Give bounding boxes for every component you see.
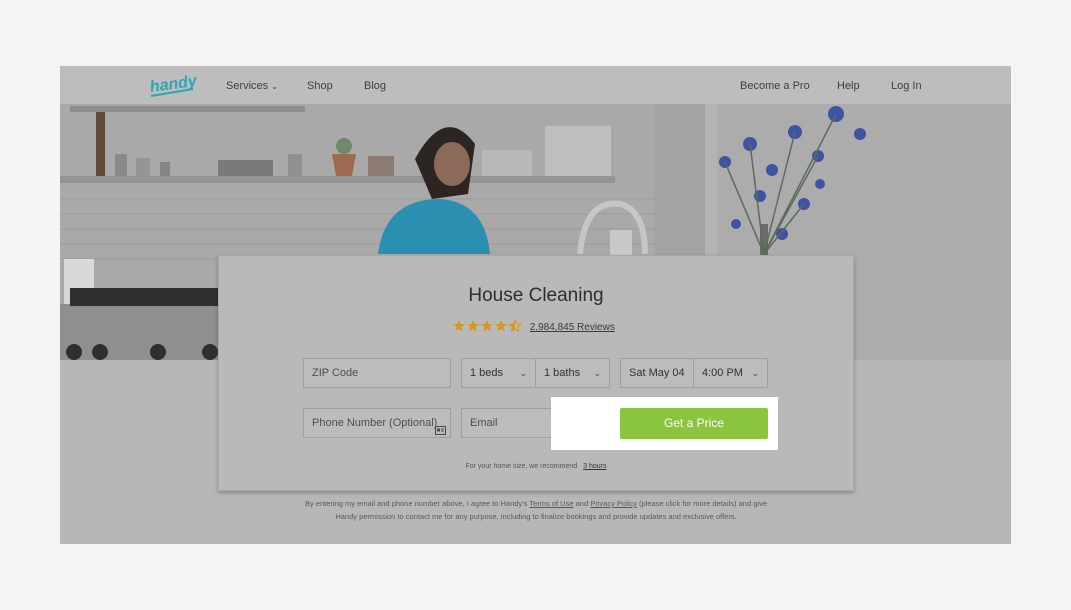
chevron-down-icon: ⌄ <box>751 368 759 378</box>
nav-shop[interactable]: Shop <box>307 80 333 92</box>
get-a-price-button[interactable]: Get a Price <box>620 408 768 439</box>
nav-services[interactable]: Services ⌄ <box>226 80 278 92</box>
recommended-hours-link[interactable]: 3 hours <box>583 463 606 470</box>
top-navigation: handy Services ⌄ Shop Blog Become a Pro H… <box>60 66 1011 104</box>
id-card-icon <box>435 418 446 446</box>
recommendation-label: For your home size, we recommend <box>465 463 578 470</box>
page-frame: handy Services ⌄ Shop Blog Become a Pro H… <box>60 66 1011 544</box>
legal-disclaimer: By entering my email and phone number ab… <box>296 497 776 523</box>
zip-code-input[interactable]: ZIP Code <box>303 358 451 388</box>
terms-of-use-link[interactable]: Terms of Use <box>529 499 573 508</box>
handy-logo[interactable]: handy <box>149 72 199 100</box>
date-select-value: Sat May 04 <box>629 367 685 379</box>
nav-blog[interactable]: Blog <box>364 80 386 92</box>
chevron-down-icon: ⌄ <box>271 82 278 91</box>
legal-text-1: By entering my email and phone number ab… <box>304 499 528 508</box>
rating-row: 2,984,845 Reviews <box>453 318 615 335</box>
nav-become-a-pro[interactable]: Become a Pro <box>740 80 810 92</box>
time-select-value: 4:00 PM <box>702 367 743 379</box>
recommendation-text: For your home size, we recommend 3 hours <box>219 463 853 470</box>
beds-select[interactable]: 1 beds ⌄ <box>461 358 536 388</box>
star-rating-icon <box>453 318 523 335</box>
baths-select[interactable]: 1 baths ⌄ <box>535 358 610 388</box>
phone-placeholder: Phone Number (Optional) <box>312 417 438 429</box>
beds-select-value: 1 beds <box>470 367 504 379</box>
nav-log-in[interactable]: Log In <box>891 80 922 92</box>
nav-services-label: Services <box>226 80 269 92</box>
baths-select-value: 1 baths <box>544 367 581 379</box>
legal-text-and: and <box>575 499 589 508</box>
reviews-link[interactable]: 2,984,845 Reviews <box>530 322 615 333</box>
privacy-policy-link[interactable]: Privacy Policy <box>590 499 637 508</box>
chevron-down-icon: ⌄ <box>593 368 601 378</box>
time-select[interactable]: 4:00 PM ⌄ <box>693 358 768 388</box>
service-title: House Cleaning <box>468 285 604 306</box>
nav-help[interactable]: Help <box>837 80 860 92</box>
chevron-down-icon: ⌄ <box>519 368 527 378</box>
phone-number-input[interactable]: Phone Number (Optional) <box>303 408 451 438</box>
date-select[interactable]: Sat May 04 <box>620 358 695 388</box>
